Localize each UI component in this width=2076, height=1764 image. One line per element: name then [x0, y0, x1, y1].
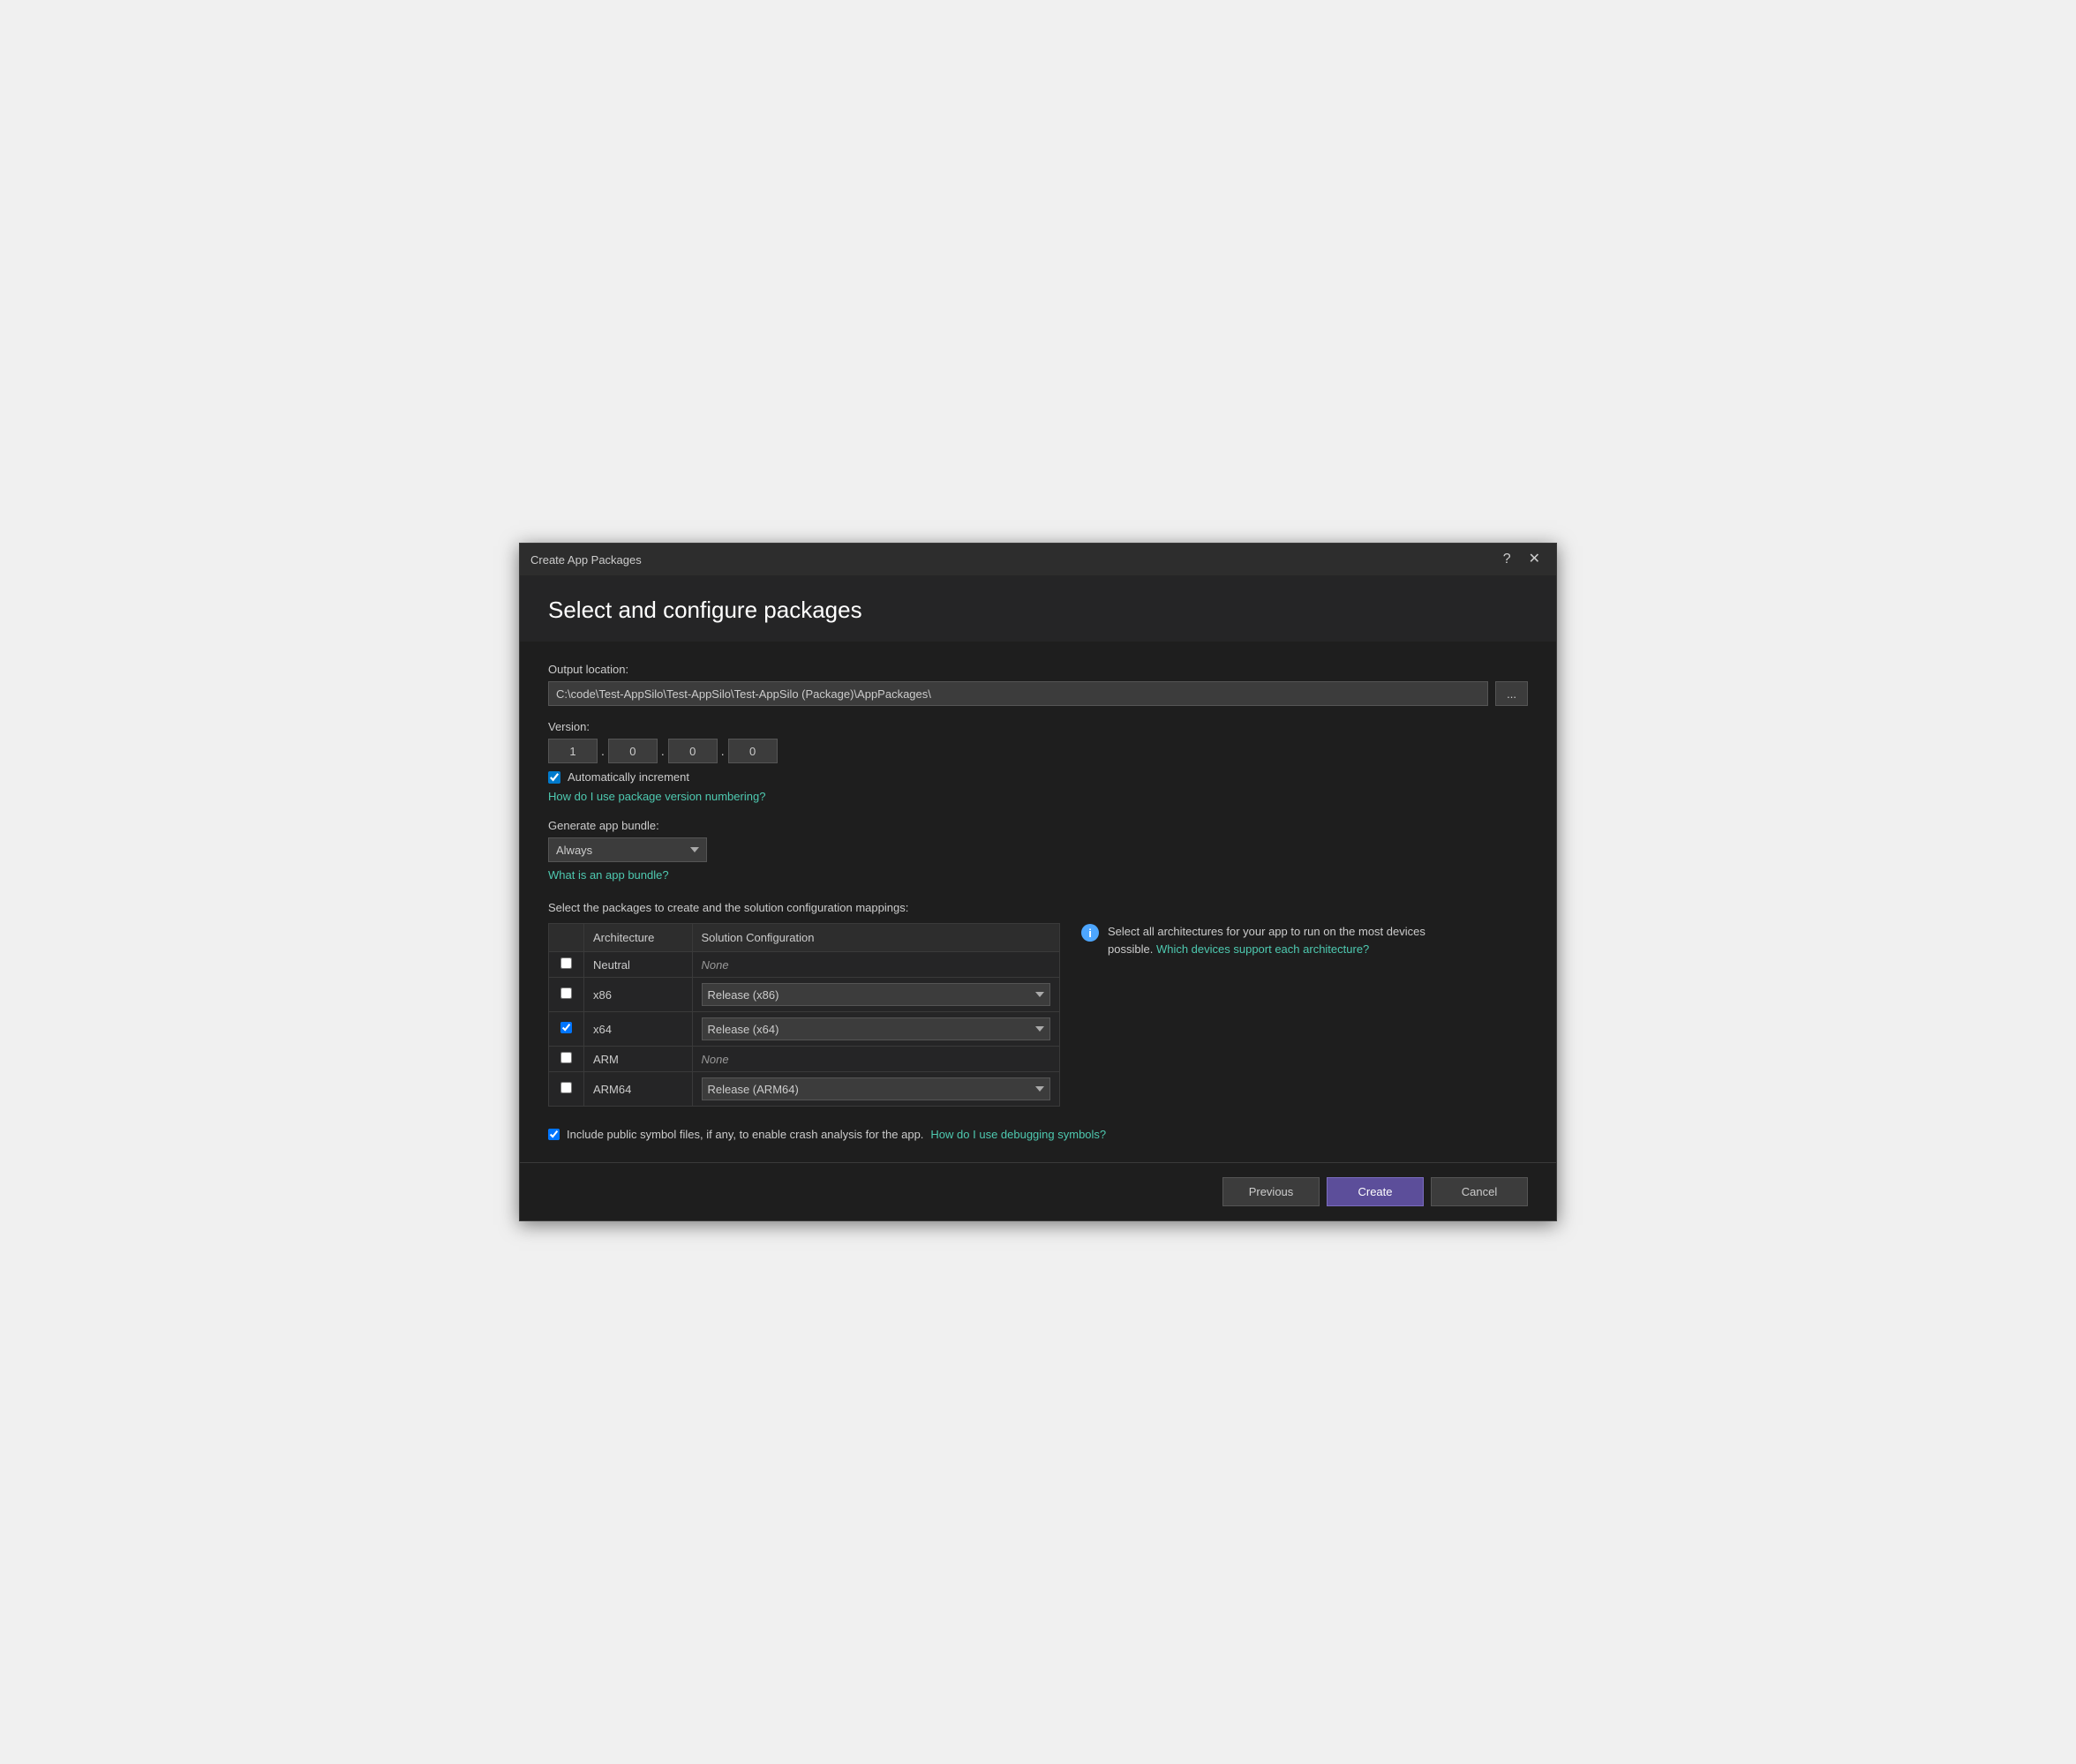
table-row: x64 Release (x64)	[549, 1012, 1060, 1047]
info-icon: i	[1081, 924, 1099, 942]
config-x64-cell: Release (x64)	[692, 1012, 1060, 1047]
version-row: . . .	[548, 739, 1528, 763]
symbol-checkbox[interactable]	[548, 1129, 560, 1140]
config-x64-dropdown[interactable]: Release (x64)	[702, 1017, 1051, 1040]
packages-instruction: Select the packages to create and the so…	[548, 901, 1528, 914]
packages-area: Architecture Solution Configuration Neut…	[548, 923, 1528, 1107]
browse-button[interactable]: ...	[1495, 681, 1528, 706]
auto-increment-row: Automatically increment	[548, 770, 1528, 784]
close-button[interactable]: ✕	[1523, 551, 1546, 568]
row-check-arm64	[549, 1072, 584, 1107]
auto-increment-label[interactable]: Automatically increment	[568, 770, 689, 784]
version-part-1[interactable]	[548, 739, 598, 763]
arch-neutral-label: Neutral	[584, 952, 693, 978]
architecture-link[interactable]: Which devices support each architecture?	[1156, 942, 1369, 956]
row-check-arm	[549, 1047, 584, 1072]
bundle-dropdown-row: Always As needed Never	[548, 837, 1528, 862]
row-check-x86	[549, 978, 584, 1012]
version-part-3[interactable]	[668, 739, 718, 763]
footer: Previous Create Cancel	[520, 1162, 1556, 1220]
arch-x86-checkbox[interactable]	[560, 987, 572, 999]
output-location-row: ...	[548, 681, 1528, 706]
arch-arm-label: ARM	[584, 1047, 693, 1072]
bundle-dropdown[interactable]: Always As needed Never	[548, 837, 707, 862]
arch-neutral-checkbox[interactable]	[560, 957, 572, 969]
auto-increment-checkbox[interactable]	[548, 771, 560, 784]
version-part-4[interactable]	[728, 739, 778, 763]
symbol-row: Include public symbol files, if any, to …	[548, 1128, 1528, 1141]
config-arm-value: None	[692, 1047, 1060, 1072]
table-row: ARM64 Release (ARM64)	[549, 1072, 1060, 1107]
arch-arm-checkbox[interactable]	[560, 1052, 572, 1063]
previous-button[interactable]: Previous	[1222, 1177, 1320, 1206]
version-sep-1: .	[601, 744, 605, 758]
content-area: Output location: ... Version: . . . Auto…	[520, 642, 1556, 1162]
create-button[interactable]: Create	[1327, 1177, 1424, 1206]
cancel-button[interactable]: Cancel	[1431, 1177, 1528, 1206]
version-link[interactable]: How do I use package version numbering?	[548, 790, 765, 803]
arch-x86-label: x86	[584, 978, 693, 1012]
table-row: ARM None	[549, 1047, 1060, 1072]
version-part-2[interactable]	[608, 739, 658, 763]
title-bar: Create App Packages ? ✕	[520, 544, 1556, 575]
title-bar-controls: ? ✕	[1498, 551, 1546, 568]
output-location-label: Output location:	[548, 663, 1528, 676]
arch-x64-label: x64	[584, 1012, 693, 1047]
symbol-label[interactable]: Include public symbol files, if any, to …	[567, 1128, 923, 1141]
version-label: Version:	[548, 720, 1528, 733]
main-window: Create App Packages ? ✕ Select and confi…	[519, 543, 1557, 1221]
config-arm64-dropdown[interactable]: Release (ARM64)	[702, 1077, 1051, 1100]
table-row: Neutral None	[549, 952, 1060, 978]
col-header-arch: Architecture	[584, 924, 693, 952]
page-title: Select and configure packages	[548, 597, 1528, 624]
row-check-neutral	[549, 952, 584, 978]
version-sep-2: .	[661, 744, 665, 758]
window-title: Create App Packages	[530, 553, 642, 567]
col-header-config: Solution Configuration	[692, 924, 1060, 952]
header-section: Select and configure packages	[520, 575, 1556, 642]
bundle-label: Generate app bundle:	[548, 819, 1528, 832]
row-check-x64	[549, 1012, 584, 1047]
output-location-input[interactable]	[548, 681, 1488, 706]
version-sep-3: .	[721, 744, 725, 758]
col-header-check	[549, 924, 584, 952]
info-text-content: Select all architectures for your app to…	[1108, 923, 1452, 957]
table-row: x86 Release (x86)	[549, 978, 1060, 1012]
config-x86-cell: Release (x86)	[692, 978, 1060, 1012]
arch-arm64-label: ARM64	[584, 1072, 693, 1107]
config-x86-dropdown[interactable]: Release (x86)	[702, 983, 1051, 1006]
config-neutral-value: None	[692, 952, 1060, 978]
bundle-link[interactable]: What is an app bundle?	[548, 868, 669, 882]
arch-x64-checkbox[interactable]	[560, 1022, 572, 1033]
help-button[interactable]: ?	[1498, 551, 1516, 568]
symbol-link[interactable]: How do I use debugging symbols?	[930, 1128, 1106, 1141]
arch-arm64-checkbox[interactable]	[560, 1082, 572, 1093]
packages-table: Architecture Solution Configuration Neut…	[548, 923, 1060, 1107]
info-box: i Select all architectures for your app …	[1081, 923, 1452, 957]
config-arm64-cell: Release (ARM64)	[692, 1072, 1060, 1107]
